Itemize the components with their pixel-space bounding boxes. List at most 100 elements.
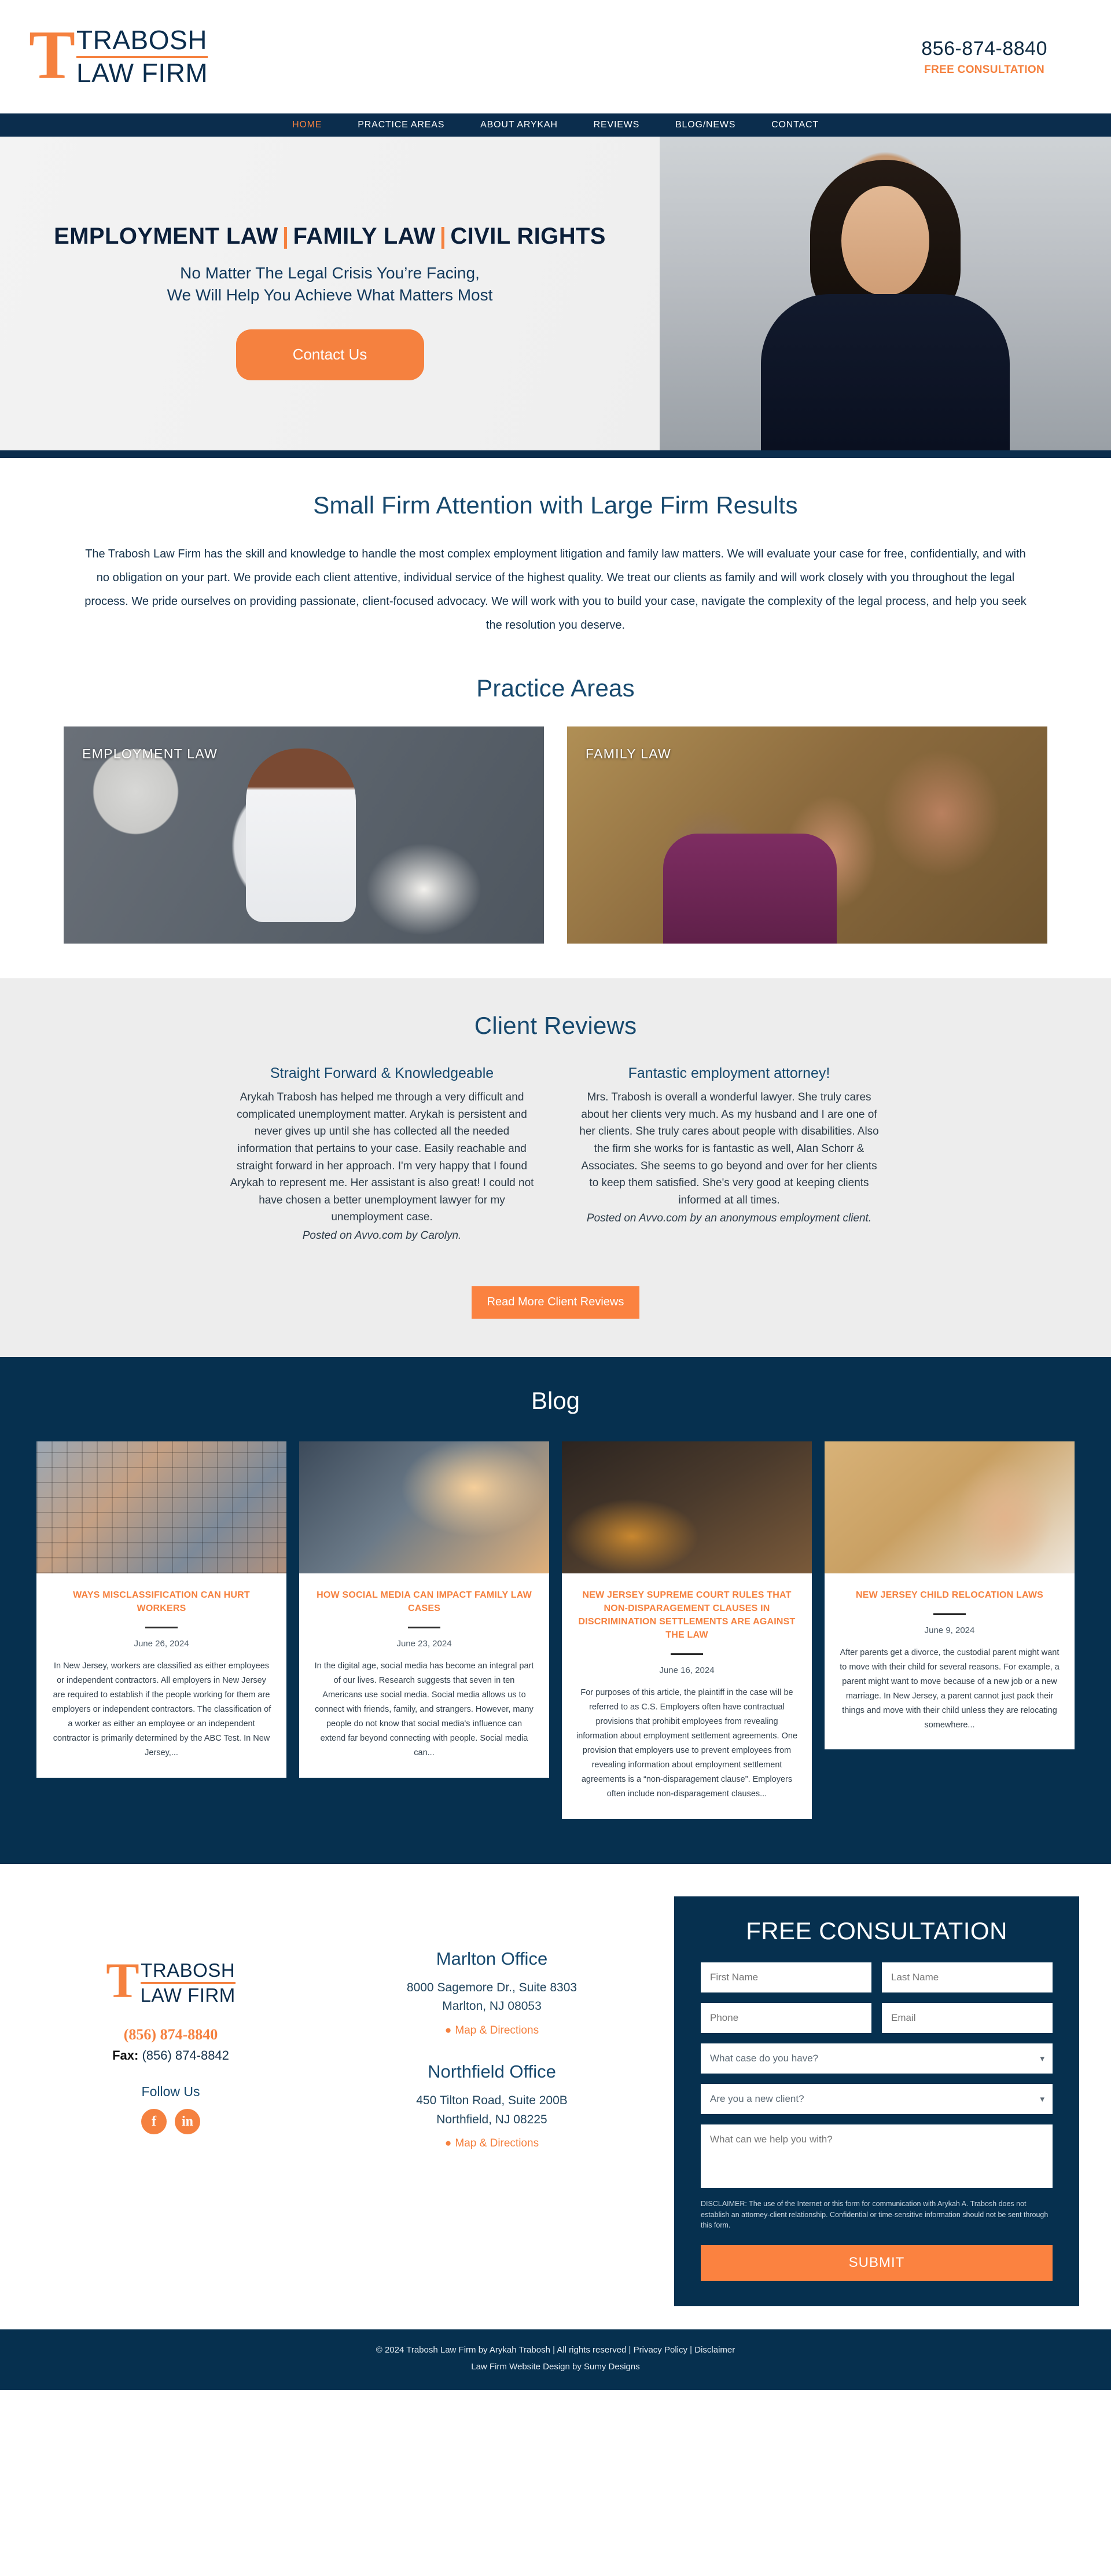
blog-title-divider [933, 1613, 966, 1615]
linkedin-icon[interactable]: in [175, 2109, 200, 2135]
hero-headline-part-1: EMPLOYMENT LAW [54, 223, 278, 249]
blog-post-date: June 16, 2024 [659, 1665, 715, 1676]
practice-area-label: EMPLOYMENT LAW [82, 746, 218, 761]
hero-subheadline: No Matter The Legal Crisis You’re Facing… [167, 262, 493, 306]
footer-fax: Fax: (856) 874-8842 [32, 2048, 310, 2063]
blog-title-divider [408, 1627, 440, 1628]
hero-sub-line-2: We Will Help You Achieve What Matters Mo… [167, 285, 493, 304]
first-name-input[interactable] [701, 1962, 871, 1992]
office-name: Marlton Office [436, 1948, 548, 1969]
last-name-input[interactable] [882, 1962, 1053, 1992]
map-directions-link[interactable]: ● Map & Directions [445, 2137, 539, 2150]
website-credit[interactable]: Law Firm Website Design by Sumy Designs [471, 2362, 640, 2372]
footer-offices-column: Marlton Office 8000 Sagemore Dr., Suite … [341, 1896, 642, 2150]
form-row-new-client: Are you a new client? [701, 2083, 1053, 2114]
map-pin-icon: ● [444, 2137, 452, 2150]
case-type-select-wrapper: What case do you have? [701, 2043, 1053, 2074]
footer-logo[interactable]: T TRABOSH LAW FIRM [32, 1955, 310, 2006]
nav-item-home[interactable]: HOME [292, 120, 322, 130]
client-reviews-section: Client Reviews Straight Forward & Knowle… [0, 978, 1111, 1357]
logo-divider [140, 1981, 236, 1984]
footer-follow-us-label: Follow Us [141, 2084, 200, 2100]
blog-post-date: June 9, 2024 [924, 1625, 975, 1635]
practice-area-card-employment-law[interactable]: EMPLOYMENT LAW [64, 726, 544, 944]
free-consultation-form: FREE CONSULTATION What case do you have? [674, 1896, 1079, 2307]
hero-content: EMPLOYMENT LAW | FAMILY LAW | CIVIL RIGHTS N… [0, 137, 660, 450]
office-address: 8000 Sagemore Dr., Suite 8303 Marlton, N… [341, 1979, 642, 2016]
blog-heading: Blog [531, 1386, 580, 1414]
new-client-select-wrapper: Are you a new client? [701, 2083, 1053, 2114]
footer-fax-number: (856) 874-8842 [142, 2048, 229, 2063]
case-type-select[interactable]: What case do you have? [701, 2043, 1053, 2074]
blog-card-body: NEW JERSEY SUPREME COURT RULES THAT NON-… [562, 1573, 812, 1819]
site-header: T TRABOSH LAW FIRM 856-874-8840 FREE CON… [0, 0, 1111, 113]
blog-post-title[interactable]: NEW JERSEY SUPREME COURT RULES THAT NON-… [576, 1588, 798, 1642]
form-row-case-type: What case do you have? [701, 2043, 1053, 2074]
blog-post-date: June 23, 2024 [396, 1639, 452, 1649]
blog-card-body: HOW SOCIAL MEDIA CAN IMPACT FAMILY LAW C… [299, 1573, 549, 1778]
site-logo[interactable]: T TRABOSH LAW FIRM [29, 16, 208, 94]
nav-item-reviews[interactable]: REVIEWS [594, 120, 639, 130]
privacy-policy-link[interactable]: Privacy Policy [634, 2345, 687, 2355]
read-more-client-reviews-button[interactable]: Read More Client Reviews [472, 1286, 639, 1319]
review-item: Fantastic employment attorney! Mrs. Trab… [576, 1065, 882, 1245]
email-input[interactable] [882, 2002, 1053, 2033]
bottom-separator: | [690, 2345, 693, 2355]
phone-input[interactable] [701, 2002, 871, 2033]
intro-paragraph: The Trabosh Law Firm has the skill and k… [84, 548, 1027, 632]
blog-card-body: NEW JERSEY CHILD RELOCATION LAWS June 9,… [825, 1573, 1075, 1750]
new-client-select[interactable]: Are you a new client? [701, 2083, 1053, 2114]
practice-area-card-family-law[interactable]: FAMILY LAW [567, 726, 1047, 944]
message-textarea[interactable] [701, 2124, 1053, 2188]
office-address-line-2: Marlton, NJ 08053 [442, 1999, 542, 2013]
map-directions-label: Map & Directions [455, 2024, 539, 2036]
submit-button[interactable]: SUBMIT [701, 2245, 1053, 2281]
map-directions-link[interactable]: ● Map & Directions [445, 2024, 539, 2037]
footer-phone-link[interactable]: (856) 874-8840 [32, 2026, 310, 2043]
footer-contact-column: T TRABOSH LAW FIRM (856) 874-8840 Fax: (… [32, 1896, 310, 2135]
intro-section: Small Firm Attention with Large Firm Res… [0, 458, 1111, 978]
blog-post-title[interactable]: WAYS MISCLASSIFICATION CAN HURT WORKERS [50, 1588, 273, 1615]
nav-item-contact[interactable]: CONTACT [771, 120, 819, 130]
reviews-button-row: Read More Client Reviews [0, 1286, 1111, 1319]
review-title: Fantastic employment attorney! [628, 1065, 830, 1081]
blog-card[interactable]: WAYS MISCLASSIFICATION CAN HURT WORKERS … [36, 1441, 286, 1778]
nav-item-about-arykah[interactable]: ABOUT ARYKAH [480, 120, 558, 130]
nav-item-blog-news[interactable]: BLOG/NEWS [675, 120, 735, 130]
review-item: Straight Forward & Knowledgeable Arykah … [229, 1065, 535, 1245]
portrait-torso [761, 294, 1010, 450]
blog-post-title[interactable]: HOW SOCIAL MEDIA CAN IMPACT FAMILY LAW C… [313, 1588, 535, 1615]
map-pin-icon: ● [444, 2024, 452, 2036]
blog-grid: WAYS MISCLASSIFICATION CAN HURT WORKERS … [32, 1441, 1079, 1819]
office-address: 450 Tilton Road, Suite 200B Northfield, … [341, 2091, 642, 2129]
hero-sub-line-1: No Matter The Legal Crisis You’re Facing… [180, 264, 480, 282]
footer-columns: T TRABOSH LAW FIRM (856) 874-8840 Fax: (… [32, 1896, 1079, 2307]
hero-contact-us-button[interactable]: Contact Us [236, 329, 424, 380]
nav-item-practice-areas[interactable]: PRACTICE AREAS [358, 120, 444, 130]
hero-separator-1: | [282, 223, 289, 249]
hero-separator-2: | [439, 223, 447, 249]
form-heading: FREE CONSULTATION [746, 1917, 1007, 1944]
page-root: T TRABOSH LAW FIRM 856-874-8840 FREE CON… [0, 0, 1111, 2391]
blog-post-title[interactable]: NEW JERSEY CHILD RELOCATION LAWS [838, 1588, 1061, 1602]
blog-section: Blog WAYS MISCLASSIFICATION CAN HURT WOR… [0, 1356, 1111, 1864]
facebook-icon[interactable]: f [141, 2109, 167, 2135]
blog-thumbnail-image [825, 1441, 1075, 1573]
blog-card[interactable]: HOW SOCIAL MEDIA CAN IMPACT FAMILY LAW C… [299, 1441, 549, 1778]
header-phone-link[interactable]: 856-874-8840 [921, 38, 1047, 60]
blog-post-date: June 26, 2024 [134, 1639, 189, 1649]
logo-t-icon: T [29, 16, 76, 94]
blog-card[interactable]: NEW JERSEY SUPREME COURT RULES THAT NON-… [562, 1441, 812, 1819]
blog-post-excerpt: After parents get a divorce, the custodi… [840, 1647, 1060, 1730]
blog-title-divider [671, 1653, 703, 1656]
review-title: Straight Forward & Knowledgeable [270, 1065, 494, 1081]
office-address-line-1: 8000 Sagemore Dr., Suite 8303 [406, 1980, 577, 1994]
disclaimer-link[interactable]: Disclaimer [694, 2345, 735, 2355]
practice-areas-heading: Practice Areas [476, 674, 635, 702]
logo-line-2: LAW FIRM [76, 57, 208, 88]
form-row-message [701, 2124, 1053, 2188]
office-address-line-2: Northfield, NJ 08225 [436, 2112, 547, 2126]
blog-thumbnail-image [36, 1441, 286, 1573]
blog-card[interactable]: NEW JERSEY CHILD RELOCATION LAWS June 9,… [825, 1441, 1075, 1750]
header-free-consultation-label[interactable]: FREE CONSULTATION [921, 64, 1047, 76]
